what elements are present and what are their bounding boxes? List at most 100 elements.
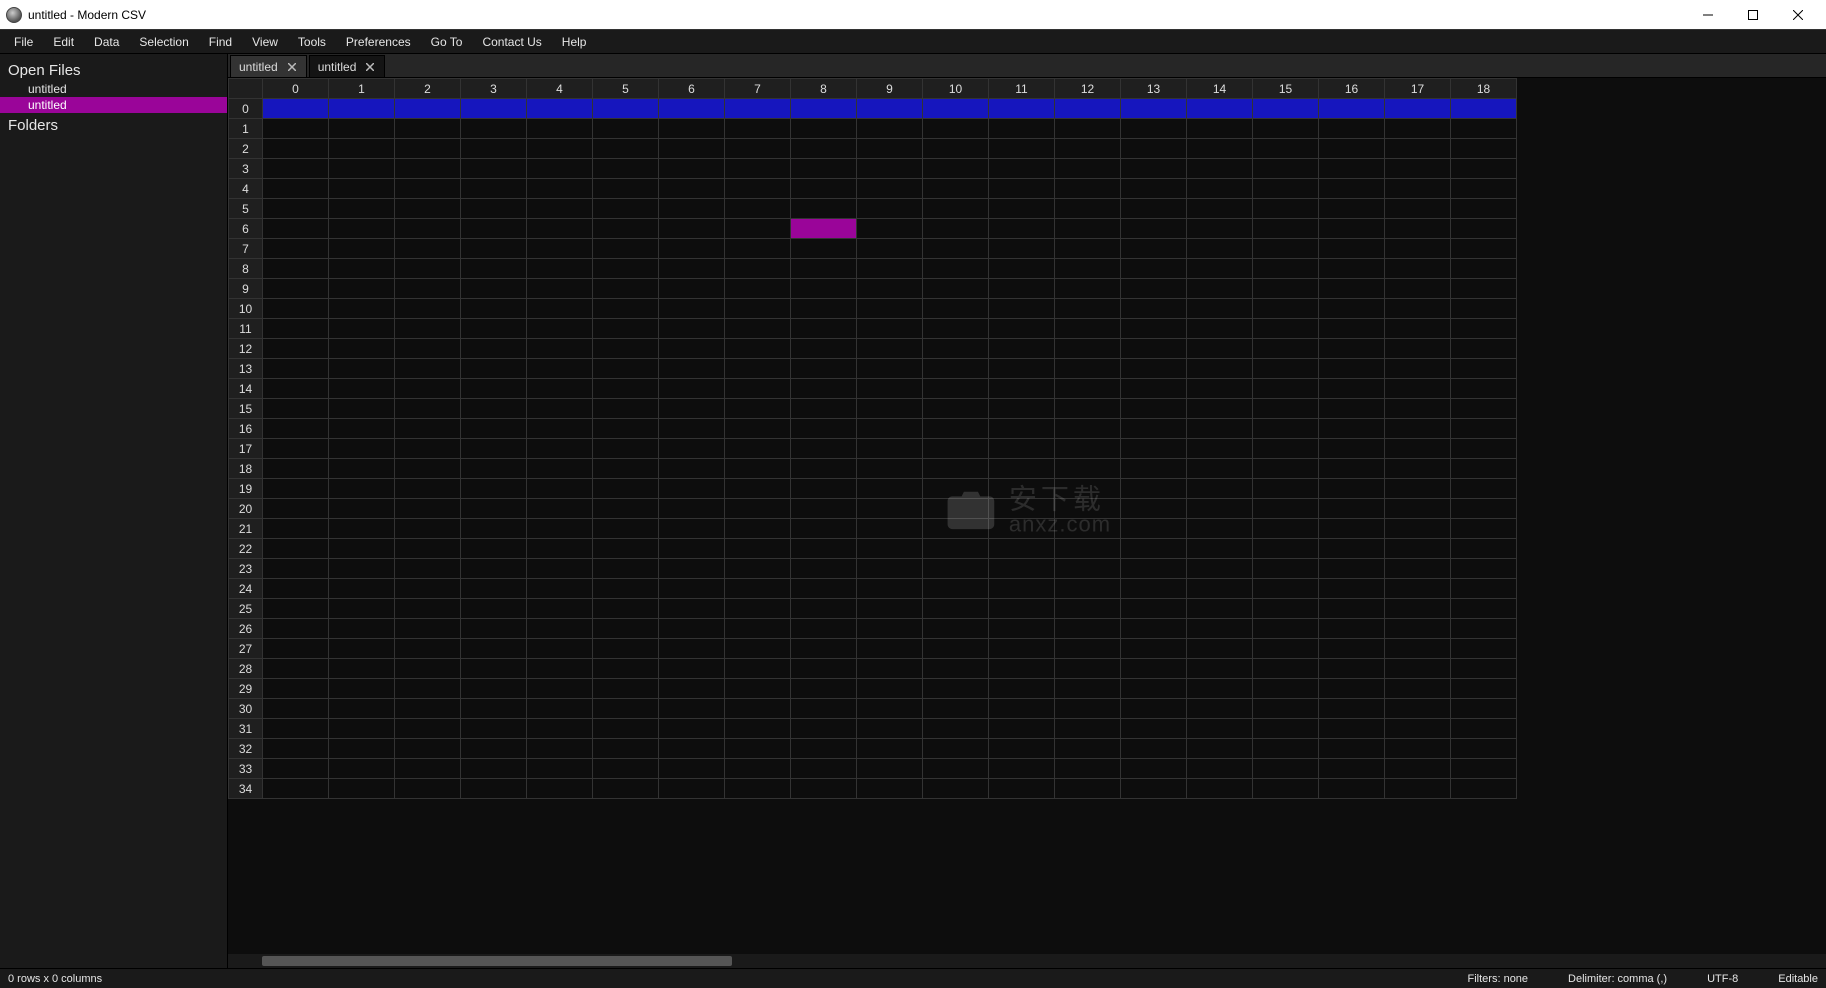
cell[interactable]	[1319, 679, 1385, 699]
cell[interactable]	[395, 459, 461, 479]
cell[interactable]	[659, 239, 725, 259]
cell[interactable]	[989, 639, 1055, 659]
cell[interactable]	[1187, 439, 1253, 459]
cell[interactable]	[989, 539, 1055, 559]
cell[interactable]	[923, 199, 989, 219]
cell[interactable]	[329, 659, 395, 679]
cell[interactable]	[527, 359, 593, 379]
cell[interactable]	[659, 699, 725, 719]
cell[interactable]	[329, 579, 395, 599]
cell[interactable]	[857, 359, 923, 379]
cell[interactable]	[263, 519, 329, 539]
cell[interactable]	[1319, 119, 1385, 139]
cell[interactable]	[1319, 619, 1385, 639]
cell[interactable]	[461, 479, 527, 499]
cell[interactable]	[329, 399, 395, 419]
cell[interactable]	[1319, 359, 1385, 379]
cell[interactable]	[527, 459, 593, 479]
cell[interactable]	[1319, 199, 1385, 219]
cell[interactable]	[263, 399, 329, 419]
cell[interactable]	[395, 699, 461, 719]
cell[interactable]	[1451, 679, 1517, 699]
cell[interactable]	[659, 539, 725, 559]
cell[interactable]	[527, 479, 593, 499]
scrollbar-thumb[interactable]	[262, 956, 732, 966]
cell[interactable]	[461, 279, 527, 299]
cell[interactable]	[329, 499, 395, 519]
cell[interactable]	[1187, 219, 1253, 239]
cell[interactable]	[791, 219, 857, 239]
cell[interactable]	[989, 399, 1055, 419]
cell[interactable]	[1319, 179, 1385, 199]
cell[interactable]	[1451, 519, 1517, 539]
cell[interactable]	[989, 359, 1055, 379]
row-header[interactable]: 11	[229, 319, 263, 339]
cell[interactable]	[1121, 559, 1187, 579]
cell[interactable]	[857, 119, 923, 139]
cell[interactable]	[791, 239, 857, 259]
cell[interactable]	[527, 259, 593, 279]
cell[interactable]	[923, 179, 989, 199]
cell[interactable]	[1319, 539, 1385, 559]
cell[interactable]	[527, 539, 593, 559]
cell[interactable]	[1253, 219, 1319, 239]
cell[interactable]	[1187, 679, 1253, 699]
row-header[interactable]: 26	[229, 619, 263, 639]
cell[interactable]	[1451, 719, 1517, 739]
row-header[interactable]: 32	[229, 739, 263, 759]
cell[interactable]	[593, 639, 659, 659]
cell[interactable]	[1253, 359, 1319, 379]
cell[interactable]	[923, 559, 989, 579]
cell[interactable]	[857, 199, 923, 219]
cell[interactable]	[263, 199, 329, 219]
cell[interactable]	[527, 179, 593, 199]
cell[interactable]	[725, 479, 791, 499]
cell[interactable]	[395, 739, 461, 759]
cell[interactable]	[791, 319, 857, 339]
cell[interactable]	[461, 539, 527, 559]
cell[interactable]	[989, 739, 1055, 759]
cell[interactable]	[527, 279, 593, 299]
cell[interactable]	[527, 439, 593, 459]
cell[interactable]	[527, 419, 593, 439]
cell[interactable]	[659, 659, 725, 679]
cell[interactable]	[923, 479, 989, 499]
cell[interactable]	[329, 459, 395, 479]
cell[interactable]	[263, 619, 329, 639]
row-header[interactable]: 19	[229, 479, 263, 499]
cell[interactable]	[857, 439, 923, 459]
column-header[interactable]: 3	[461, 79, 527, 99]
cell[interactable]	[791, 179, 857, 199]
cell[interactable]	[1451, 459, 1517, 479]
cell[interactable]	[1121, 519, 1187, 539]
cell[interactable]	[329, 639, 395, 659]
cell[interactable]	[857, 679, 923, 699]
cell[interactable]	[395, 279, 461, 299]
cell[interactable]	[923, 99, 989, 119]
cell[interactable]	[725, 139, 791, 159]
cell[interactable]	[1451, 539, 1517, 559]
cell[interactable]	[263, 419, 329, 439]
cell[interactable]	[857, 619, 923, 639]
cell[interactable]	[1055, 239, 1121, 259]
cell[interactable]	[329, 219, 395, 239]
cell[interactable]	[1385, 539, 1451, 559]
cell[interactable]	[1319, 319, 1385, 339]
cell[interactable]	[1451, 579, 1517, 599]
menu-data[interactable]: Data	[84, 30, 129, 53]
cell[interactable]	[1187, 719, 1253, 739]
cell[interactable]	[725, 499, 791, 519]
cell[interactable]	[1055, 619, 1121, 639]
cell[interactable]	[1055, 759, 1121, 779]
cell[interactable]	[1055, 219, 1121, 239]
cell[interactable]	[1187, 139, 1253, 159]
menu-selection[interactable]: Selection	[129, 30, 198, 53]
cell[interactable]	[1121, 319, 1187, 339]
cell[interactable]	[791, 259, 857, 279]
cell[interactable]	[1187, 419, 1253, 439]
cell[interactable]	[923, 399, 989, 419]
cell[interactable]	[263, 259, 329, 279]
cell[interactable]	[989, 379, 1055, 399]
row-header[interactable]: 14	[229, 379, 263, 399]
cell[interactable]	[395, 99, 461, 119]
